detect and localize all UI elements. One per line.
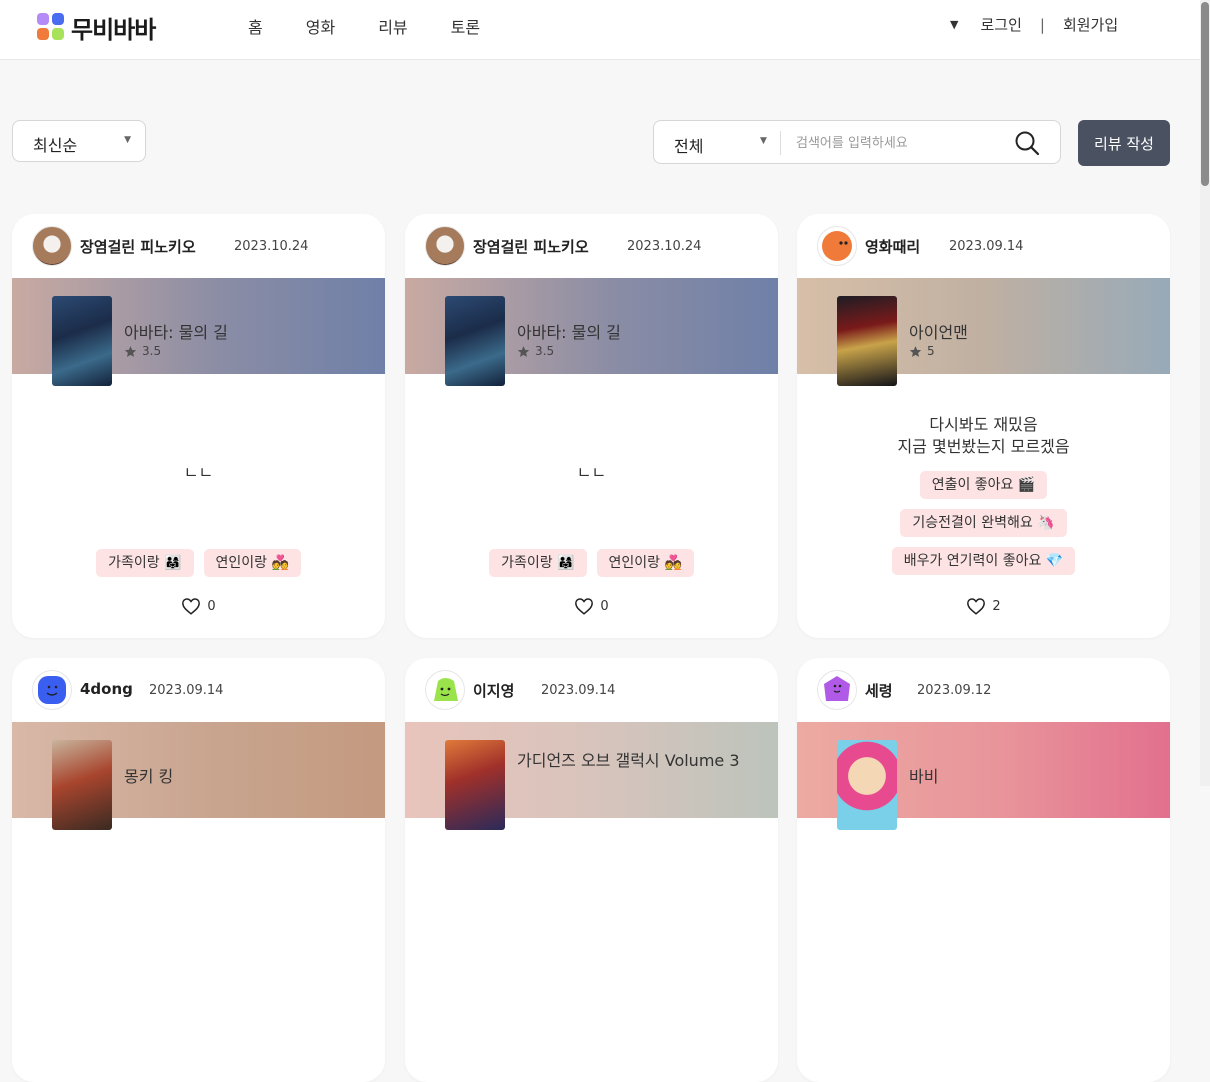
review-date: 2023.09.12 xyxy=(917,683,992,698)
movie-title[interactable]: 몽키 킹 xyxy=(124,763,173,787)
rating-value: 3.5 xyxy=(142,344,162,358)
avatar-blob-icon xyxy=(824,676,850,701)
review-content: ㄴㄴ xyxy=(576,463,607,482)
review-date: 2023.10.24 xyxy=(627,239,702,254)
signup-link[interactable]: 회원가입 xyxy=(1063,14,1118,35)
review-tags: 가족이랑 👨‍👩‍👧 연인이랑 💑 xyxy=(405,549,778,577)
movie-title[interactable]: 가디언즈 오브 갤럭시 Volume 3 xyxy=(517,750,747,772)
review-author[interactable]: 이지영 xyxy=(473,680,514,701)
search-icon[interactable] xyxy=(1014,130,1040,156)
scrollbar-thumb[interactable] xyxy=(1201,2,1209,186)
nav-reviews[interactable]: 리뷰 xyxy=(378,14,407,38)
tag-chip[interactable]: 연인이랑 💑 xyxy=(203,549,301,577)
review-author[interactable]: 장염걸린 피노키오 xyxy=(473,236,589,257)
like-count: 0 xyxy=(405,597,778,615)
movie-title[interactable]: 아이언맨 xyxy=(909,319,968,343)
tag-chip[interactable]: 배우가 연기력이 좋아요 💎 xyxy=(891,547,1076,575)
tag-chip[interactable]: 가족이랑 👨‍👩‍👧 xyxy=(96,549,194,577)
search-category-select[interactable]: 전체 xyxy=(674,133,703,157)
review-tags: 가족이랑 👨‍👩‍👧 연인이랑 💑 xyxy=(12,549,385,577)
sort-select[interactable]: 최신순 ▼ xyxy=(12,120,146,162)
review-card[interactable]: 세령 2023.09.12 바비 xyxy=(797,658,1170,1082)
movie-rating: 3.5 xyxy=(124,344,161,358)
auth-separator: | xyxy=(1039,15,1045,34)
avatar-blob-icon xyxy=(38,676,66,704)
avatar[interactable] xyxy=(817,226,857,266)
review-card[interactable]: 4dong 2023.09.14 몽키 킹 xyxy=(12,658,385,1082)
movie-poster[interactable] xyxy=(52,740,112,830)
review-date: 2023.09.14 xyxy=(541,683,616,698)
search-box: 전체 ▼ xyxy=(653,120,1061,164)
write-review-button[interactable]: 리뷰 작성 xyxy=(1078,120,1170,166)
avatar[interactable] xyxy=(425,226,465,266)
chevron-down-icon: ▼ xyxy=(760,136,767,146)
review-card[interactable]: 이지영 2023.09.14 가디언즈 오브 갤럭시 Volume 3 xyxy=(405,658,778,1082)
nav-movies[interactable]: 영화 xyxy=(306,14,335,38)
like-count-value: 0 xyxy=(207,598,216,614)
page-scrollbar[interactable] xyxy=(1200,0,1210,786)
auth-menu: ▼ 로그인 | 회원가입 xyxy=(950,14,1118,35)
movie-poster[interactable] xyxy=(837,296,897,386)
movie-poster[interactable] xyxy=(445,296,505,386)
nav-discussion[interactable]: 토론 xyxy=(451,14,480,38)
nav-home[interactable]: 홈 xyxy=(248,14,263,38)
movie-title[interactable]: 아바타: 물의 길 xyxy=(517,319,621,343)
avatar[interactable] xyxy=(32,226,72,266)
like-count-value: 0 xyxy=(600,598,609,614)
movie-poster[interactable] xyxy=(445,740,505,830)
review-date: 2023.10.24 xyxy=(234,239,309,254)
avatar[interactable] xyxy=(817,670,857,710)
movie-rating: 3.5 xyxy=(517,344,554,358)
review-author[interactable]: 세령 xyxy=(865,680,893,701)
movie-rating: 5 xyxy=(909,344,935,358)
avatar[interactable] xyxy=(32,670,72,710)
search-divider xyxy=(780,131,781,155)
review-content: 다시봐도 재밌음 지금 몇번봤는지 모르겠음 xyxy=(897,415,1070,456)
movie-poster[interactable] xyxy=(837,740,897,830)
logo-text: 무비바바 xyxy=(71,16,156,44)
tag-chip[interactable]: 연출이 좋아요 🎬 xyxy=(919,471,1048,499)
logo-icon xyxy=(37,12,65,43)
movie-title[interactable]: 바비 xyxy=(909,763,938,787)
main-nav: 홈 영화 리뷰 토론 xyxy=(248,14,523,38)
rating-value: 3.5 xyxy=(535,344,555,358)
caret-down-icon[interactable]: ▼ xyxy=(950,18,958,31)
review-date: 2023.09.14 xyxy=(949,239,1024,254)
tag-chip[interactable]: 연인이랑 💑 xyxy=(596,549,694,577)
tag-chip[interactable]: 가족이랑 👨‍👩‍👧 xyxy=(489,549,587,577)
review-card[interactable]: 장염걸린 피노키오 2023.10.24 아바타: 물의 길 3.5 ㄴㄴ 가족… xyxy=(12,214,385,638)
avatar[interactable] xyxy=(425,670,465,710)
review-card[interactable]: 장염걸린 피노키오 2023.10.24 아바타: 물의 길 3.5 ㄴㄴ 가족… xyxy=(405,214,778,638)
like-count-value: 2 xyxy=(992,598,1001,614)
tag-chip[interactable]: 기승전결이 완벽해요 🦄 xyxy=(900,509,1067,537)
star-icon xyxy=(124,345,137,357)
review-tags: 연출이 좋아요 🎬 기승전결이 완벽해요 🦄 배우가 연기력이 좋아요 💎 xyxy=(797,471,1170,575)
avatar-blob-icon xyxy=(434,678,458,701)
movie-title[interactable]: 아바타: 물의 길 xyxy=(124,319,228,343)
review-content: ㄴㄴ xyxy=(183,463,214,482)
login-link[interactable]: 로그인 xyxy=(980,14,1021,35)
review-author[interactable]: 영화때리 xyxy=(865,236,920,257)
search-input[interactable] xyxy=(794,129,998,157)
like-count: 2 xyxy=(797,597,1170,615)
sort-select-value: 최신순 xyxy=(33,136,78,155)
review-date: 2023.09.14 xyxy=(149,683,224,698)
site-logo[interactable]: 무비바바 xyxy=(37,10,156,45)
top-navigation-bar: 무비바바 홈 영화 리뷰 토론 ▼ 로그인 | 회원가입 xyxy=(0,0,1200,60)
star-icon xyxy=(909,345,922,357)
heart-icon[interactable] xyxy=(181,597,201,615)
review-author[interactable]: 장염걸린 피노키오 xyxy=(80,236,196,257)
like-count: 0 xyxy=(12,597,385,615)
movie-poster[interactable] xyxy=(52,296,112,386)
star-icon xyxy=(517,345,530,357)
chevron-down-icon: ▼ xyxy=(124,135,131,145)
heart-icon[interactable] xyxy=(966,597,986,615)
review-card[interactable]: 영화때리 2023.09.14 아이언맨 5 다시봐도 재밌음 지금 몇번봤는지… xyxy=(797,214,1170,638)
heart-icon[interactable] xyxy=(574,597,594,615)
review-author[interactable]: 4dong xyxy=(80,680,133,698)
rating-value: 5 xyxy=(927,344,935,358)
avatar-blob-icon xyxy=(822,231,852,261)
